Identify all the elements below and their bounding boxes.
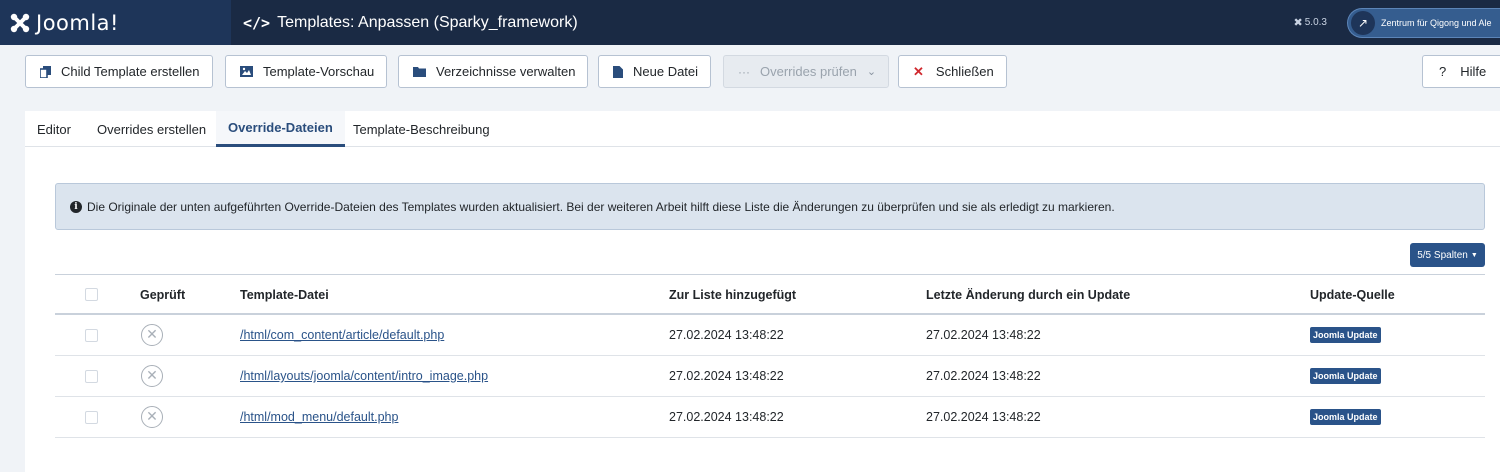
child-template-label: Child Template erstellen — [61, 64, 200, 79]
info-icon: i — [70, 200, 82, 213]
row-checkbox[interactable] — [85, 328, 98, 342]
file-link[interactable]: /html/layouts/joomla/content/intro_image… — [240, 369, 488, 383]
row-checkbox-cell — [85, 397, 98, 437]
source-cell: Joomla Update — [1310, 315, 1381, 355]
checked-status-cell: ✕ — [141, 356, 163, 396]
modified-date: 27.02.2024 13:48:22 — [926, 410, 1041, 424]
chevron-down-icon: ⌄ — [866, 66, 877, 78]
site-link-button[interactable]: ↗ Zentrum für Qigong und Ale — [1347, 7, 1500, 38]
version-info: ✖ 5.0.3 — [1294, 16, 1327, 29]
tab-template-description-label: Template-Beschreibung — [353, 121, 490, 137]
source-cell: Joomla Update — [1310, 397, 1381, 437]
new-file-button[interactable]: Neue Datei — [598, 55, 712, 88]
columns-label: 5/5 Spalten — [1417, 249, 1468, 261]
help-label: Hilfe — [1460, 64, 1487, 79]
info-alert: i Die Originale der unten aufgeführten O… — [55, 183, 1485, 230]
tab-editor[interactable]: Editor — [25, 111, 83, 147]
col-header-added[interactable]: Zur Liste hinzugefügt — [669, 275, 796, 314]
table-row: ✕ /html/layouts/joomla/content/intro_ima… — [55, 356, 1485, 397]
row-checkbox-cell — [85, 356, 98, 396]
header-right: ✖ 5.0.3 ↗ Zentrum für Qigong und Ale — [1294, 0, 1500, 45]
source-cell: Joomla Update — [1310, 356, 1381, 396]
template-preview-button[interactable]: Template-Vorschau — [225, 55, 388, 88]
select-all-checkbox[interactable] — [85, 288, 98, 301]
page-title-text: Templates: Anpassen (Sparky_framework) — [277, 13, 578, 31]
file-cell: /html/mod_menu/default.php — [240, 397, 398, 437]
source-badge: Joomla Update — [1310, 327, 1381, 343]
table-row: ✕ /html/mod_menu/default.php 27.02.2024 … — [55, 397, 1485, 438]
modified-date: 27.02.2024 13:48:22 — [926, 328, 1041, 342]
file-link[interactable]: /html/mod_menu/default.php — [240, 410, 398, 424]
logo-text: Joomla! — [36, 10, 119, 35]
tab-bar: Editor Overrides erstellen Override-Date… — [25, 111, 1500, 147]
template-preview-label: Template-Vorschau — [263, 64, 375, 79]
col-header-checked[interactable]: Geprüft — [140, 275, 185, 314]
source-badge: Joomla Update — [1310, 409, 1381, 425]
tab-override-files-label: Override-Dateien — [228, 120, 333, 135]
file-icon — [613, 65, 623, 78]
checked-status-cell: ✕ — [141, 315, 163, 355]
new-file-label: Neue Datei — [633, 64, 699, 79]
manage-folders-button[interactable]: Verzeichnisse verwalten — [398, 55, 589, 88]
child-template-button[interactable]: Child Template erstellen — [25, 55, 213, 88]
col-header-modified[interactable]: Letzte Änderung durch ein Update — [926, 275, 1130, 314]
tab-editor-label: Editor — [37, 121, 71, 137]
override-files-table: Geprüft Template-Datei Zur Liste hinzuge… — [55, 274, 1485, 438]
tab-override-files[interactable]: Override-Dateien — [216, 111, 345, 147]
select-all-checkbox-cell — [85, 275, 98, 314]
toolbar: Child Template erstellen Template-Vorsch… — [0, 45, 1500, 98]
code-icon: </> — [243, 13, 271, 32]
check-overrides-label: Overrides prüfen — [760, 64, 857, 79]
site-name: Zentrum für Qigong und Ale — [1381, 17, 1492, 28]
close-label: Schließen — [935, 64, 994, 79]
main-card: Editor Overrides erstellen Override-Date… — [25, 111, 1500, 472]
table-row: ✕ /html/com_content/article/default.php … — [55, 315, 1485, 356]
modified-date: 27.02.2024 13:48:22 — [926, 369, 1041, 383]
folder-icon — [413, 66, 426, 77]
row-checkbox[interactable] — [85, 369, 98, 383]
added-date: 27.02.2024 13:48:22 — [669, 328, 784, 342]
page-title: </> Templates: Anpassen (Sparky_framewor… — [243, 14, 578, 32]
help-button[interactable]: ? Hilfe — [1422, 55, 1500, 88]
joomla-logo-icon — [10, 13, 30, 32]
row-checkbox-cell — [85, 315, 98, 355]
joomla-small-icon: ✖ — [1293, 17, 1303, 29]
row-checkbox[interactable] — [85, 410, 98, 424]
tab-create-overrides[interactable]: Overrides erstellen — [85, 111, 218, 147]
version-number: 5.0.3 — [1304, 17, 1327, 28]
close-button[interactable]: ✕ Schließen — [898, 55, 1007, 88]
tab-template-description[interactable]: Template-Beschreibung — [341, 111, 502, 147]
image-icon — [240, 66, 253, 77]
file-cell: /html/com_content/article/default.php — [240, 315, 444, 355]
copy-icon — [40, 65, 51, 78]
table-header: Geprüft Template-Datei Zur Liste hinzuge… — [55, 274, 1485, 315]
question-icon: ? — [1439, 64, 1447, 79]
source-badge: Joomla Update — [1310, 368, 1381, 384]
check-overrides-dropdown[interactable]: ··· Overrides prüfen ⌄ — [723, 55, 890, 88]
ellipsis-icon: ··· — [738, 64, 750, 79]
unchecked-circle-icon[interactable]: ✕ — [141, 406, 163, 428]
caret-down-icon: ▼ — [1470, 251, 1478, 259]
external-link-icon: ↗ — [1351, 10, 1375, 35]
info-alert-text: Die Originale der unten aufgeführten Ove… — [87, 199, 1115, 214]
added-date: 27.02.2024 13:48:22 — [669, 369, 784, 383]
unchecked-circle-icon[interactable]: ✕ — [141, 365, 163, 387]
checked-status-cell: ✕ — [141, 397, 163, 437]
top-header: Joomla! </> Templates: Anpassen (Sparky_… — [0, 0, 1500, 45]
manage-folders-label: Verzeichnisse verwalten — [436, 64, 576, 79]
close-icon: ✕ — [913, 63, 924, 79]
unchecked-circle-icon[interactable]: ✕ — [141, 324, 163, 346]
added-date: 27.02.2024 13:48:22 — [669, 410, 784, 424]
columns-dropdown-button[interactable]: 5/5 Spalten ▼ — [1410, 243, 1485, 267]
col-header-source[interactable]: Update-Quelle — [1310, 275, 1395, 314]
file-cell: /html/layouts/joomla/content/intro_image… — [240, 356, 488, 396]
tab-create-overrides-label: Overrides erstellen — [97, 121, 207, 137]
joomla-logo[interactable]: Joomla! — [0, 0, 231, 45]
col-header-file[interactable]: Template-Datei — [240, 275, 329, 314]
file-link[interactable]: /html/com_content/article/default.php — [240, 328, 444, 342]
